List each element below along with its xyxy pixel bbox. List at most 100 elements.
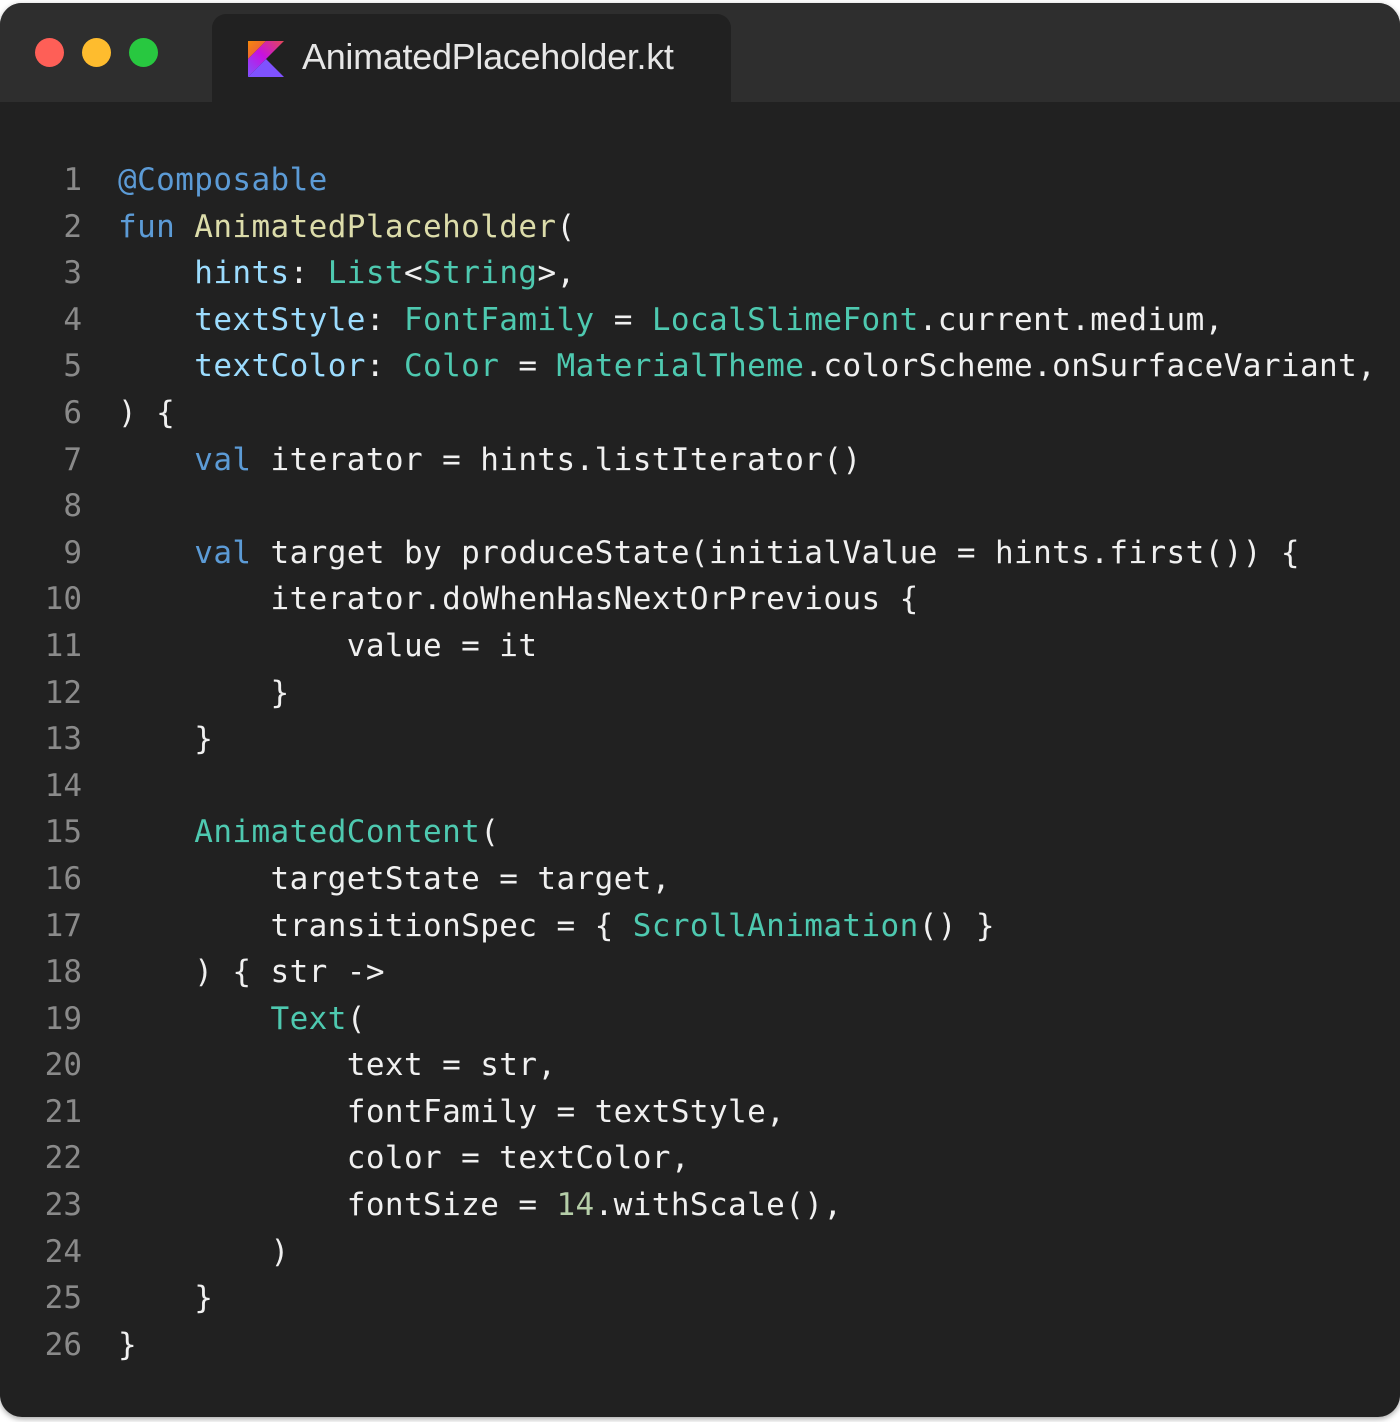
code-token: hints [194, 255, 290, 292]
code-text: hints: List<String>, [118, 250, 576, 297]
code-area[interactable]: 1 @Composable 2 fun AnimatedPlaceholder(3 h… [0, 157, 1400, 1368]
code-token: ( [556, 208, 576, 245]
code-token: textColor [194, 348, 366, 385]
line-number: 3 [63, 255, 82, 292]
code-token: val [194, 534, 252, 571]
code-token: 14 [556, 1187, 595, 1224]
code-token: >, [537, 255, 576, 292]
code-token: text = str, [118, 1047, 557, 1084]
code-token: targetState = target, [118, 860, 671, 897]
code-line: 20 text = str, [0, 1042, 1400, 1089]
code-line: 9 val target by produceState(initialValu… [0, 530, 1400, 577]
code-token: < [404, 255, 424, 292]
code-text: transitionSpec = { ScrollAnimation() } [118, 903, 995, 950]
code-token: } [118, 721, 214, 758]
code-text: textStyle: FontFamily = LocalSlimeFont.c… [118, 297, 1224, 344]
code-token: value = it [118, 627, 538, 664]
title-bar: AnimatedPlaceholder.kt [0, 3, 1400, 102]
code-text: ) { str -> [118, 949, 385, 996]
code-text: textColor: Color = MaterialTheme.colorSc… [118, 343, 1376, 390]
code-text: } [118, 670, 290, 717]
code-token: = [499, 348, 557, 385]
code-line: 1 @Composable [0, 157, 1400, 204]
line-number: 22 [44, 1140, 82, 1177]
editor-window: AnimatedPlaceholder.kt 1 @Composable 2 fun … [0, 3, 1400, 1417]
code-text: ) [118, 1229, 290, 1276]
line-number: 9 [63, 534, 82, 571]
code-token: MaterialTheme [556, 348, 805, 385]
code-token: ) { [118, 394, 176, 431]
code-line: 11 value = it [0, 623, 1400, 670]
code-token: textStyle [194, 301, 366, 338]
code-token: ( [346, 1000, 366, 1037]
zoom-button[interactable] [129, 38, 158, 67]
code-token: ) [118, 1233, 290, 1270]
code-token: ( [480, 814, 500, 851]
code-text: iterator.doWhenHasNextOrPrevious { [118, 576, 919, 623]
code-line: 12 } [0, 670, 1400, 717]
line-number: 16 [44, 860, 82, 897]
minimize-button[interactable] [82, 38, 111, 67]
code-line: 15 AnimatedContent( [0, 809, 1400, 856]
code-text: @Composable [118, 157, 328, 204]
line-number: 23 [44, 1187, 82, 1224]
line-number: 10 [44, 581, 82, 618]
code-line: 10 iterator.doWhenHasNextOrPrevious { [0, 576, 1400, 623]
code-line: 3 hints: List<String>, [0, 250, 1400, 297]
line-number: 12 [44, 674, 82, 711]
line-number: 8 [63, 488, 82, 525]
code-text: } [118, 716, 213, 763]
code-token: ScrollAnimation [632, 907, 919, 944]
line-number: 26 [44, 1326, 82, 1363]
code-token: AnimatedPlaceholder [194, 208, 557, 245]
code-line: 22 color = textColor, [0, 1135, 1400, 1182]
code-token: : [289, 255, 328, 292]
code-line: 7 val iterator = hints.listIterator() [0, 437, 1400, 484]
code-line: 16 targetState = target, [0, 856, 1400, 903]
code-text: } [118, 1322, 137, 1369]
line-number: 1 [63, 162, 82, 198]
code-token: .withScale(), [594, 1187, 843, 1224]
code-token: .colorScheme.onSurfaceVariant, [804, 348, 1377, 385]
code-token: @Composable [118, 162, 328, 198]
code-text: targetState = target, [118, 856, 671, 903]
code-token: AnimatedContent [194, 814, 481, 851]
code-line: 14 [0, 763, 1400, 810]
close-button[interactable] [35, 38, 64, 67]
code-token: = [594, 301, 652, 338]
code-text: fontSize = 14.withScale(), [118, 1182, 842, 1229]
line-number: 7 [63, 441, 82, 478]
code-line: 17 transitionSpec = { ScrollAnimation() … [0, 903, 1400, 950]
code-text: fontFamily = textStyle, [118, 1089, 785, 1136]
code-token: : [365, 348, 404, 385]
line-number: 19 [44, 1000, 82, 1037]
line-number: 21 [44, 1093, 82, 1130]
code-text: } [118, 1275, 213, 1322]
code-line: 21 fontFamily = textStyle, [0, 1089, 1400, 1136]
line-number: 4 [63, 301, 82, 338]
code-text: ) { [118, 390, 175, 437]
code-token: .current.medium, [918, 301, 1224, 338]
code-token: fontSize = [118, 1187, 557, 1224]
code-token: : [365, 301, 404, 338]
code-token: } [118, 1326, 138, 1363]
code-line: 8 [0, 483, 1400, 530]
code-token: String [423, 255, 538, 292]
line-number: 11 [44, 627, 82, 664]
code-token: iterator = hints.listIterator() [251, 441, 862, 478]
line-number: 13 [44, 721, 82, 758]
kotlin-logo-icon [248, 41, 284, 77]
code-text: text = str, [118, 1042, 556, 1089]
code-line: 6) { [0, 390, 1400, 437]
file-tab[interactable]: AnimatedPlaceholder.kt [212, 14, 731, 102]
code-token: () } [918, 907, 995, 944]
code-token: } [118, 674, 290, 711]
code-token: transitionSpec = { [118, 907, 633, 944]
code-line: 18 ) { str -> [0, 949, 1400, 996]
